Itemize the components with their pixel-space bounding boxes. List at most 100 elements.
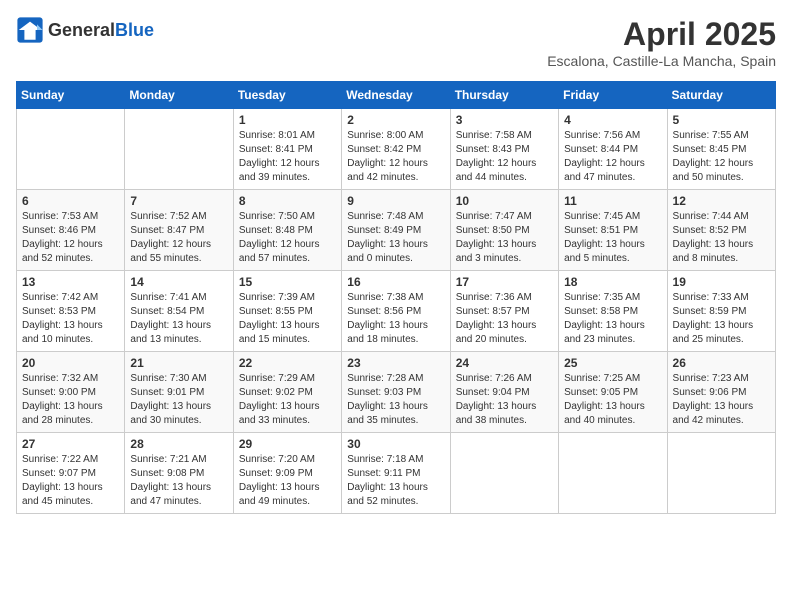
day-info: Sunrise: 7:23 AM Sunset: 9:06 PM Dayligh…	[673, 372, 770, 428]
day-info: Sunrise: 7:28 AM Sunset: 9:03 PM Dayligh…	[347, 372, 444, 428]
day-number: 13	[22, 275, 119, 289]
day-info: Sunrise: 7:32 AM Sunset: 9:00 PM Dayligh…	[22, 372, 119, 428]
day-info: Sunrise: 7:53 AM Sunset: 8:46 PM Dayligh…	[22, 210, 119, 266]
day-info: Sunrise: 7:35 AM Sunset: 8:58 PM Dayligh…	[564, 291, 661, 347]
day-number: 1	[239, 113, 336, 127]
day-info: Sunrise: 7:25 AM Sunset: 9:05 PM Dayligh…	[564, 372, 661, 428]
day-info: Sunrise: 7:41 AM Sunset: 8:54 PM Dayligh…	[130, 291, 227, 347]
calendar-cell: 12Sunrise: 7:44 AM Sunset: 8:52 PM Dayli…	[667, 190, 775, 271]
day-info: Sunrise: 7:26 AM Sunset: 9:04 PM Dayligh…	[456, 372, 553, 428]
page-header: General Blue April 2025 Escalona, Castil…	[16, 16, 776, 69]
day-info: Sunrise: 7:22 AM Sunset: 9:07 PM Dayligh…	[22, 453, 119, 509]
day-number: 28	[130, 437, 227, 451]
calendar-cell: 7 Sunrise: 7:52 AM Sunset: 8:47 PM Daylig…	[125, 190, 233, 271]
calendar-cell	[450, 433, 558, 514]
day-info: Sunrise: 7:38 AM Sunset: 8:56 PM Dayligh…	[347, 291, 444, 347]
day-number: 22	[239, 356, 336, 370]
day-info: Sunrise: 7:18 AM Sunset: 9:11 PM Dayligh…	[347, 453, 444, 509]
calendar-cell: 9 Sunrise: 7:48 AM Sunset: 8:49 PM Daylig…	[342, 190, 450, 271]
calendar-cell: 2 Sunrise: 8:00 AM Sunset: 8:42 PM Daylig…	[342, 109, 450, 190]
calendar-cell: 10 Sunrise: 7:47 AM Sunset: 8:50 PM Dayli…	[450, 190, 558, 271]
logo-general: General	[48, 20, 115, 41]
day-info: Sunrise: 7:48 AM Sunset: 8:49 PM Dayligh…	[347, 210, 444, 266]
calendar-cell: 29 Sunrise: 7:20 AM Sunset: 9:09 PM Dayli…	[233, 433, 341, 514]
day-info: Sunrise: 7:50 AM Sunset: 8:48 PM Dayligh…	[239, 210, 336, 266]
day-number: 29	[239, 437, 336, 451]
location-title: Escalona, Castille-La Mancha, Spain	[547, 53, 776, 69]
calendar-cell: 19Sunrise: 7:33 AM Sunset: 8:59 PM Dayli…	[667, 271, 775, 352]
day-number: 26	[673, 356, 770, 370]
calendar-cell: 18 Sunrise: 7:35 AM Sunset: 8:58 PM Dayli…	[559, 271, 667, 352]
day-number: 17	[456, 275, 553, 289]
title-block: April 2025 Escalona, Castille-La Mancha,…	[547, 16, 776, 69]
calendar-cell: 24 Sunrise: 7:26 AM Sunset: 9:04 PM Dayli…	[450, 352, 558, 433]
calendar-cell: 28Sunrise: 7:21 AM Sunset: 9:08 PM Dayli…	[125, 433, 233, 514]
calendar-cell	[667, 433, 775, 514]
day-info: Sunrise: 7:30 AM Sunset: 9:01 PM Dayligh…	[130, 372, 227, 428]
day-info: Sunrise: 7:36 AM Sunset: 8:57 PM Dayligh…	[456, 291, 553, 347]
day-number: 21	[130, 356, 227, 370]
calendar-cell: 13Sunrise: 7:42 AM Sunset: 8:53 PM Dayli…	[17, 271, 125, 352]
calendar-week-row: 27 Sunrise: 7:22 AM Sunset: 9:07 PM Dayli…	[17, 433, 776, 514]
logo-blue: Blue	[115, 20, 154, 41]
weekday-header: Wednesday	[342, 82, 450, 109]
calendar-cell: 4 Sunrise: 7:56 AM Sunset: 8:44 PM Daylig…	[559, 109, 667, 190]
weekday-header: Monday	[125, 82, 233, 109]
calendar-cell: 20 Sunrise: 7:32 AM Sunset: 9:00 PM Dayli…	[17, 352, 125, 433]
logo-icon	[16, 16, 44, 44]
day-info: Sunrise: 7:33 AM Sunset: 8:59 PM Dayligh…	[673, 291, 770, 347]
day-info: Sunrise: 7:29 AM Sunset: 9:02 PM Dayligh…	[239, 372, 336, 428]
calendar-cell: 14 Sunrise: 7:41 AM Sunset: 8:54 PM Dayli…	[125, 271, 233, 352]
day-number: 30	[347, 437, 444, 451]
calendar-cell: 17 Sunrise: 7:36 AM Sunset: 8:57 PM Dayli…	[450, 271, 558, 352]
day-number: 5	[673, 113, 770, 127]
day-number: 24	[456, 356, 553, 370]
logo: General Blue	[16, 16, 154, 44]
day-number: 8	[239, 194, 336, 208]
calendar-cell: 11 Sunrise: 7:45 AM Sunset: 8:51 PM Dayli…	[559, 190, 667, 271]
day-number: 2	[347, 113, 444, 127]
calendar-cell: 8 Sunrise: 7:50 AM Sunset: 8:48 PM Daylig…	[233, 190, 341, 271]
day-number: 27	[22, 437, 119, 451]
day-number: 23	[347, 356, 444, 370]
calendar-cell: 22 Sunrise: 7:29 AM Sunset: 9:02 PM Dayli…	[233, 352, 341, 433]
day-number: 18	[564, 275, 661, 289]
weekday-header-row: SundayMondayTuesdayWednesdayThursdayFrid…	[17, 82, 776, 109]
day-info: Sunrise: 8:01 AM Sunset: 8:41 PM Dayligh…	[239, 129, 336, 185]
day-info: Sunrise: 7:56 AM Sunset: 8:44 PM Dayligh…	[564, 129, 661, 185]
calendar-cell: 5 Sunrise: 7:55 AM Sunset: 8:45 PM Daylig…	[667, 109, 775, 190]
day-number: 10	[456, 194, 553, 208]
day-number: 3	[456, 113, 553, 127]
calendar-cell	[125, 109, 233, 190]
logo-wordmark: General Blue	[48, 20, 154, 41]
calendar-cell: 3Sunrise: 7:58 AM Sunset: 8:43 PM Daylig…	[450, 109, 558, 190]
calendar-cell: 30 Sunrise: 7:18 AM Sunset: 9:11 PM Dayli…	[342, 433, 450, 514]
day-number: 14	[130, 275, 227, 289]
day-info: Sunrise: 7:55 AM Sunset: 8:45 PM Dayligh…	[673, 129, 770, 185]
day-info: Sunrise: 7:47 AM Sunset: 8:50 PM Dayligh…	[456, 210, 553, 266]
day-info: Sunrise: 7:44 AM Sunset: 8:52 PM Dayligh…	[673, 210, 770, 266]
day-number: 4	[564, 113, 661, 127]
day-number: 9	[347, 194, 444, 208]
weekday-header: Thursday	[450, 82, 558, 109]
day-number: 15	[239, 275, 336, 289]
weekday-header: Tuesday	[233, 82, 341, 109]
day-number: 7	[130, 194, 227, 208]
day-info: Sunrise: 7:20 AM Sunset: 9:09 PM Dayligh…	[239, 453, 336, 509]
calendar-cell: 1 Sunrise: 8:01 AM Sunset: 8:41 PM Daylig…	[233, 109, 341, 190]
calendar-cell: 6 Sunrise: 7:53 AM Sunset: 8:46 PM Daylig…	[17, 190, 125, 271]
weekday-header: Friday	[559, 82, 667, 109]
calendar-cell: 23 Sunrise: 7:28 AM Sunset: 9:03 PM Dayli…	[342, 352, 450, 433]
calendar-week-row: 13Sunrise: 7:42 AM Sunset: 8:53 PM Dayli…	[17, 271, 776, 352]
day-info: Sunrise: 7:45 AM Sunset: 8:51 PM Dayligh…	[564, 210, 661, 266]
day-number: 11	[564, 194, 661, 208]
calendar-cell: 26 Sunrise: 7:23 AM Sunset: 9:06 PM Dayli…	[667, 352, 775, 433]
day-number: 20	[22, 356, 119, 370]
calendar-table: SundayMondayTuesdayWednesdayThursdayFrid…	[16, 81, 776, 514]
day-number: 6	[22, 194, 119, 208]
calendar-week-row: 6 Sunrise: 7:53 AM Sunset: 8:46 PM Daylig…	[17, 190, 776, 271]
day-number: 25	[564, 356, 661, 370]
day-info: Sunrise: 8:00 AM Sunset: 8:42 PM Dayligh…	[347, 129, 444, 185]
calendar-cell: 15Sunrise: 7:39 AM Sunset: 8:55 PM Dayli…	[233, 271, 341, 352]
day-info: Sunrise: 7:52 AM Sunset: 8:47 PM Dayligh…	[130, 210, 227, 266]
